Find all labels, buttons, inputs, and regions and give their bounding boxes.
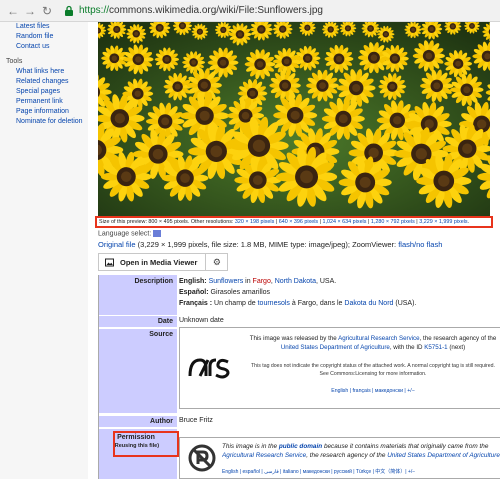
language-select-label: Language select: [98, 230, 152, 238]
public-domain-link[interactable]: public domain [279, 443, 322, 450]
sidebar-item-random-file[interactable]: Random file [16, 32, 88, 42]
description-en: English: Sunflowers in Fargo, North Dako… [179, 278, 337, 285]
usda-pd-link[interactable]: United States Department of Agriculture [387, 452, 500, 459]
source-id-link[interactable]: K5751-1 [424, 344, 447, 351]
public-domain-icon [188, 444, 216, 472]
resolution-link-640[interactable]: 640 × 396 pixels [279, 219, 318, 225]
sidebar-item-what-links-here[interactable]: What links here [16, 67, 88, 77]
sidebar-item-page-information[interactable]: Page information [16, 107, 88, 117]
media-viewer-icon [105, 258, 114, 266]
preview-size-bar: Size of this preview: 800 × 495 pixels. … [95, 216, 493, 228]
sidebar-item-related-changes[interactable]: Related changes [16, 77, 88, 87]
date-label: Date [99, 315, 177, 327]
date-value: Unknown date [179, 317, 224, 324]
source-language-links[interactable]: English | français | македонски | +/− [246, 388, 500, 394]
dropdown-icon[interactable] [153, 230, 162, 237]
ars-logo-icon [188, 358, 230, 379]
north-dakota-link[interactable]: North Dakota [275, 278, 316, 285]
reload-icon[interactable]: ↻ [40, 4, 54, 18]
sidebar-item-nominate-for-deletion[interactable]: Nominate for deletion [16, 117, 88, 127]
settings-gear-button[interactable]: ⚙ [206, 253, 229, 271]
sidebar-heading-tools: Tools [6, 58, 23, 65]
permission-highlight-box [113, 431, 179, 457]
resolution-link-3229[interactable]: 3,229 × 1,999 pixels [419, 219, 467, 225]
description-es: Español: Girasoles amarillos [179, 289, 271, 296]
ars-source-box: This image was released by the Agricultu… [179, 327, 500, 409]
gear-icon: ⚙ [212, 257, 221, 267]
next-link[interactable]: (next) [448, 344, 465, 351]
public-domain-text: This image is in the public domain becau… [222, 443, 500, 459]
resolution-link-1280[interactable]: 1,280 × 792 pixels [371, 219, 415, 225]
usda-link[interactable]: United States Department of Agriculture [281, 344, 390, 351]
resolution-link-1024[interactable]: 1,024 × 634 pixels [323, 219, 367, 225]
open-media-viewer-label: Open in Media Viewer [120, 257, 198, 267]
preview-size-text: Size of this preview: 800 × 495 pixels. … [99, 219, 235, 225]
sidebar-item-latest-files[interactable]: Latest files [16, 22, 88, 32]
ars-pd-link[interactable]: Agricultural Research Service [222, 452, 306, 459]
sidebar-item-special-pages[interactable]: Special pages [16, 87, 88, 97]
author-value: Bruce Fritz [179, 417, 213, 424]
public-domain-box: This image is in the public domain becau… [179, 437, 500, 479]
language-select[interactable]: Language select: [98, 230, 162, 238]
fargo-link[interactable]: Fargo [253, 278, 271, 285]
browser-toolbar: ← → ↻ https://commons.wikimedia.org/wiki… [0, 0, 500, 22]
resolution-link-320[interactable]: 320 × 198 pixels [235, 219, 274, 225]
author-label: Author [99, 415, 177, 427]
source-tag-note: This tag does not indicate the copyright… [251, 363, 495, 377]
original-file-row: Original file (3,229 × 1,999 pixels, fil… [98, 240, 442, 249]
description-label: Description [99, 275, 177, 315]
forward-icon[interactable]: → [23, 4, 37, 18]
sunflowers-link[interactable]: Sunflowers [209, 278, 244, 285]
ars-link[interactable]: Agricultural Research Service [338, 335, 420, 342]
sidebar: Latest files Random file Contact us Tool… [0, 22, 88, 479]
sidebar-item-contact-us[interactable]: Contact us [16, 42, 88, 52]
file-toolbar: Open in Media Viewer ⚙ [98, 253, 229, 271]
sunflowers-image[interactable] [98, 22, 490, 218]
address-bar[interactable]: https://commons.wikimedia.org/wiki/File:… [79, 5, 323, 16]
tournesols-link[interactable]: tournesols [258, 300, 290, 307]
zoomviewer-link[interactable]: flash/no flash [398, 240, 442, 249]
sunflowers-photo [98, 22, 490, 218]
lock-icon [65, 5, 73, 16]
source-label: Source [99, 328, 177, 413]
open-media-viewer-button[interactable]: Open in Media Viewer [98, 253, 207, 271]
original-file-link[interactable]: Original file [98, 240, 136, 249]
source-text: This image was released by the Agricultu… [249, 335, 497, 351]
pd-language-links[interactable]: English | español | فارسی | italiano | м… [222, 468, 415, 475]
sidebar-item-permanent-link[interactable]: Permanent link [16, 97, 88, 107]
back-icon[interactable]: ← [6, 4, 20, 18]
original-file-info: (3,229 × 1,999 pixels, file size: 1.8 MB… [135, 240, 399, 249]
dakota-du-nord-link[interactable]: Dakota du Nord [344, 300, 393, 307]
description-fr: Français : Un champ de tournesols à Farg… [179, 300, 417, 307]
